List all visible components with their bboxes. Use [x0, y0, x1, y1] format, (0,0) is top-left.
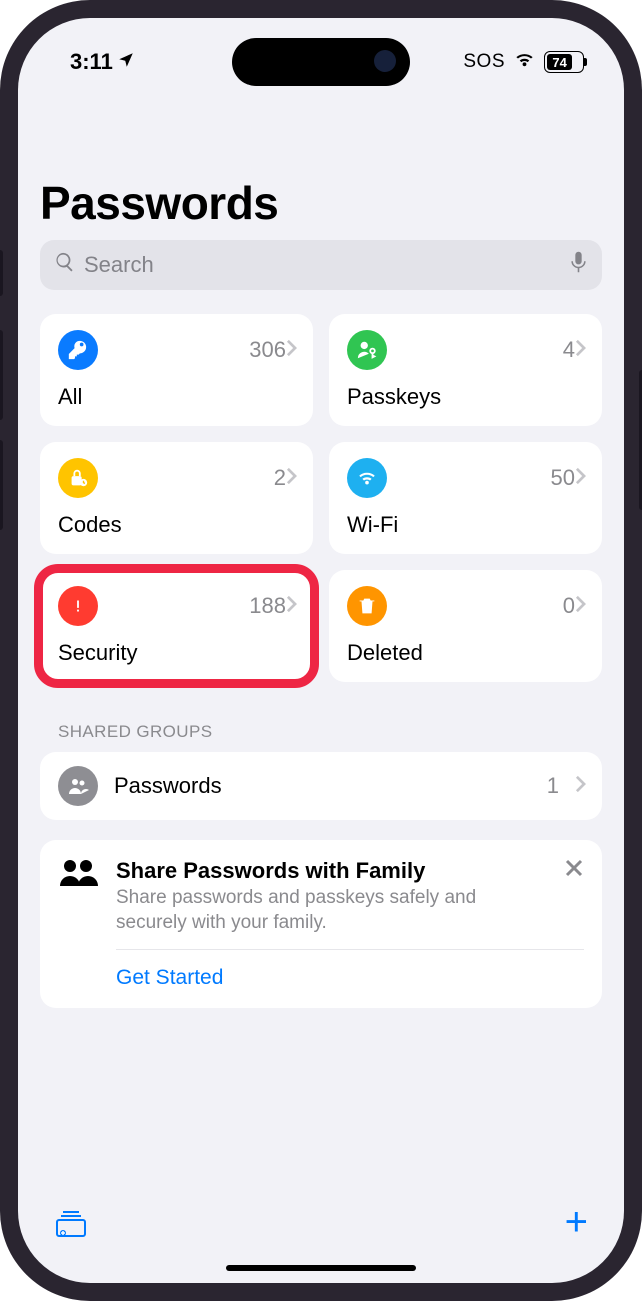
card-count: 4	[563, 337, 575, 363]
card-label: Codes	[58, 512, 297, 538]
list-item-label: Passwords	[114, 773, 531, 799]
card-label: Wi-Fi	[347, 512, 586, 538]
card-passkeys[interactable]: 4 Passkeys	[329, 314, 602, 426]
highlight-annotation	[34, 564, 319, 688]
get-started-button[interactable]: Get Started	[58, 950, 584, 1008]
card-count: 0	[563, 593, 575, 619]
shared-group-passwords[interactable]: Passwords 1	[40, 752, 602, 820]
status-left: 3:11	[70, 49, 135, 75]
family-icon	[58, 858, 98, 893]
phone-frame: 3:11 SOS 74 Passwords	[0, 0, 642, 1301]
share-family-promo: Share Passwords with Family Share passwo…	[40, 840, 602, 1008]
battery-level: 74	[547, 54, 572, 70]
promo-subtitle: Share passwords and passkeys safely and …	[116, 886, 546, 935]
wifi-icon	[347, 458, 387, 498]
search-field[interactable]: Search	[40, 240, 602, 290]
sos-indicator: SOS	[463, 51, 505, 73]
chevron-right-icon	[286, 339, 297, 362]
shared-groups-list: Passwords 1	[40, 752, 602, 820]
chevron-right-icon	[575, 595, 586, 618]
card-count: 50	[551, 465, 575, 491]
card-wifi[interactable]: 50 Wi-Fi	[329, 442, 602, 554]
location-icon	[117, 49, 135, 75]
card-label: Security	[58, 640, 297, 666]
card-deleted[interactable]: 0 Deleted	[329, 570, 602, 682]
mic-icon[interactable]	[569, 250, 588, 280]
category-grid: 306 All 4	[40, 314, 602, 682]
alert-icon	[58, 586, 98, 626]
close-icon[interactable]	[564, 858, 584, 883]
group-icon	[58, 766, 98, 806]
shared-groups-header: SHARED GROUPS	[40, 722, 602, 742]
page-title: Passwords	[40, 176, 602, 230]
chevron-right-icon	[575, 339, 586, 362]
card-count: 188	[249, 593, 286, 619]
search-icon	[54, 251, 76, 279]
screen: 3:11 SOS 74 Passwords	[18, 18, 624, 1283]
status-right: SOS 74	[463, 48, 584, 77]
card-security[interactable]: 188 Security	[40, 570, 313, 682]
chevron-right-icon	[575, 775, 586, 798]
card-count: 306	[249, 337, 286, 363]
promo-title: Share Passwords with Family	[116, 858, 546, 884]
volume-down-button	[0, 440, 3, 530]
add-button[interactable]: +	[565, 1207, 588, 1237]
passkey-icon	[347, 330, 387, 370]
mute-switch	[0, 250, 3, 296]
card-count: 2	[274, 465, 286, 491]
status-time: 3:11	[70, 49, 113, 75]
chevron-right-icon	[286, 595, 297, 618]
main-content: Passwords Search	[18, 88, 624, 1193]
wifi-icon	[513, 48, 536, 77]
dynamic-island	[232, 38, 410, 86]
battery-icon: 74	[544, 51, 584, 73]
home-indicator[interactable]	[226, 1265, 416, 1271]
search-placeholder: Search	[84, 252, 561, 278]
card-all[interactable]: 306 All	[40, 314, 313, 426]
list-item-count: 1	[547, 773, 559, 799]
card-label: Deleted	[347, 640, 586, 666]
chevron-right-icon	[575, 467, 586, 490]
chevron-right-icon	[286, 467, 297, 490]
card-codes[interactable]: 2 Codes	[40, 442, 313, 554]
card-label: Passkeys	[347, 384, 586, 410]
collections-icon[interactable]	[54, 1207, 88, 1246]
card-label: All	[58, 384, 297, 410]
lock-clock-icon	[58, 458, 98, 498]
key-icon	[58, 330, 98, 370]
volume-up-button	[0, 330, 3, 420]
trash-icon	[347, 586, 387, 626]
